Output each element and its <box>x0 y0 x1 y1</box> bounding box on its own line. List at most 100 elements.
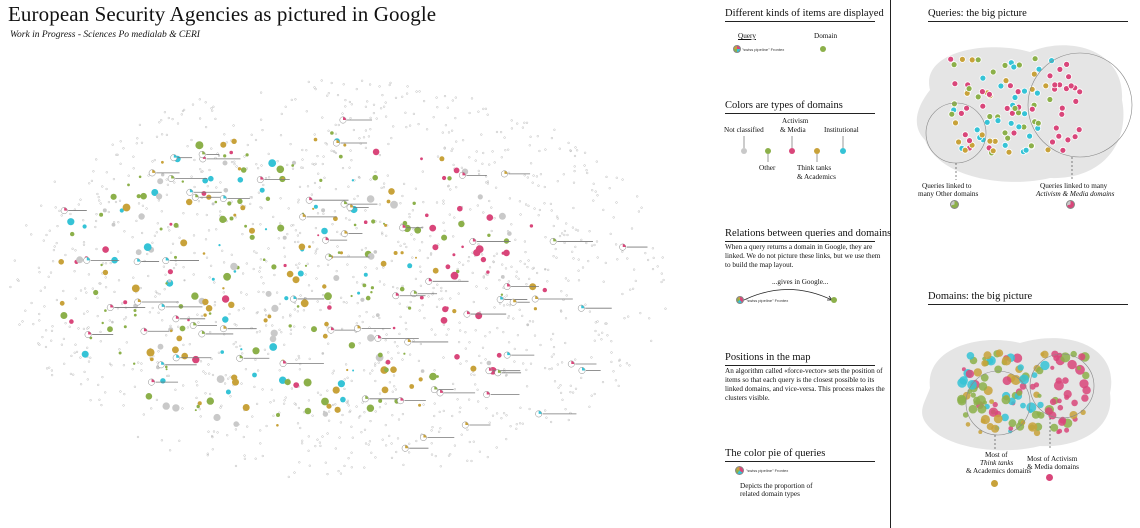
domain-node <box>467 255 471 259</box>
query-pie <box>1067 82 1075 90</box>
domain-node <box>221 295 230 303</box>
domain-node <box>277 237 280 240</box>
domain-node <box>259 429 262 432</box>
domain-node <box>525 385 529 388</box>
domain-node <box>504 149 507 152</box>
domain-node <box>358 342 361 345</box>
domain-node <box>378 406 382 409</box>
domain-node <box>488 331 491 334</box>
domain-node <box>68 325 71 328</box>
domain-node <box>491 150 494 153</box>
domain-node <box>429 372 437 381</box>
query-pie <box>325 253 333 261</box>
query-pie-slice <box>137 258 141 262</box>
domain-node <box>232 342 235 346</box>
domain-node <box>299 294 302 297</box>
domain-node <box>305 149 308 152</box>
domain-node <box>455 186 458 189</box>
domain-node <box>145 393 153 400</box>
domain-node <box>508 304 512 307</box>
domain-node <box>348 342 356 349</box>
query-pie <box>1028 105 1036 113</box>
domain-node <box>82 327 86 331</box>
domain-node <box>458 321 461 324</box>
domain-node <box>440 289 443 293</box>
domain-node <box>470 373 473 376</box>
domain-node <box>325 143 329 146</box>
domain-node <box>334 132 338 135</box>
domain-node <box>107 210 110 214</box>
domain-node <box>569 384 572 387</box>
domain-node <box>276 424 279 427</box>
domain-node <box>38 312 41 316</box>
domain-node <box>447 176 452 181</box>
domain-node <box>213 300 217 304</box>
domain-node <box>240 348 243 351</box>
domain-node <box>509 425 512 428</box>
domain-node <box>450 271 459 280</box>
query-pie <box>1010 63 1018 71</box>
domain-node <box>422 200 425 204</box>
domain-node <box>242 435 245 439</box>
domain-node <box>286 232 289 236</box>
domain-node <box>331 223 334 226</box>
domain-node <box>292 276 300 284</box>
domain-node <box>255 402 259 406</box>
domain-node <box>265 260 268 263</box>
domain-node <box>63 362 66 365</box>
domain-node <box>86 346 89 349</box>
domain-node <box>143 243 152 252</box>
domain-node <box>50 339 53 342</box>
domain-node <box>296 266 300 269</box>
domain-node <box>235 324 238 327</box>
domain-node <box>442 306 449 313</box>
domain-node <box>211 277 215 281</box>
domain-node <box>316 300 319 303</box>
query-pie-slice <box>378 335 382 339</box>
domain-node <box>296 234 300 237</box>
domain-node <box>240 205 246 211</box>
domain-node <box>135 249 142 256</box>
domain-node <box>536 135 539 138</box>
domain-node <box>563 241 566 245</box>
domain-node <box>156 193 163 200</box>
domain-node <box>391 390 394 393</box>
domain-node <box>256 167 260 170</box>
domain-node <box>610 351 613 354</box>
domain-node <box>596 320 599 323</box>
domain-node <box>512 317 515 320</box>
domain-node <box>574 245 577 249</box>
domain-node <box>514 238 517 241</box>
query-pie-slice <box>581 367 585 371</box>
domain-node <box>330 131 334 135</box>
domain-node <box>594 190 597 193</box>
domain-node <box>538 149 541 153</box>
domain-node <box>304 273 307 276</box>
domain-node <box>214 200 218 204</box>
domain-node <box>627 315 630 318</box>
domain-node <box>348 100 352 104</box>
query-pie-slice <box>413 290 417 294</box>
domain-node <box>617 384 620 388</box>
domain-node <box>391 285 395 289</box>
domain-node <box>303 326 306 329</box>
domain-node <box>640 206 643 209</box>
domain-node <box>374 456 377 459</box>
domain-node <box>555 256 558 259</box>
domain-node <box>327 410 331 413</box>
domain-node <box>432 244 439 251</box>
domain-node <box>363 428 367 431</box>
domain-node <box>364 209 367 212</box>
domain-node <box>567 418 570 422</box>
domain-node <box>316 154 319 158</box>
domain-node <box>523 262 526 266</box>
domain-node <box>401 412 405 416</box>
domain-node <box>1037 412 1045 419</box>
domain-node <box>516 334 520 337</box>
domain-node <box>307 399 311 402</box>
query-pie-slice <box>400 397 404 401</box>
domain-node <box>193 251 196 255</box>
domain-node <box>436 155 440 158</box>
domain-node <box>408 212 411 216</box>
domain-node <box>123 300 128 305</box>
